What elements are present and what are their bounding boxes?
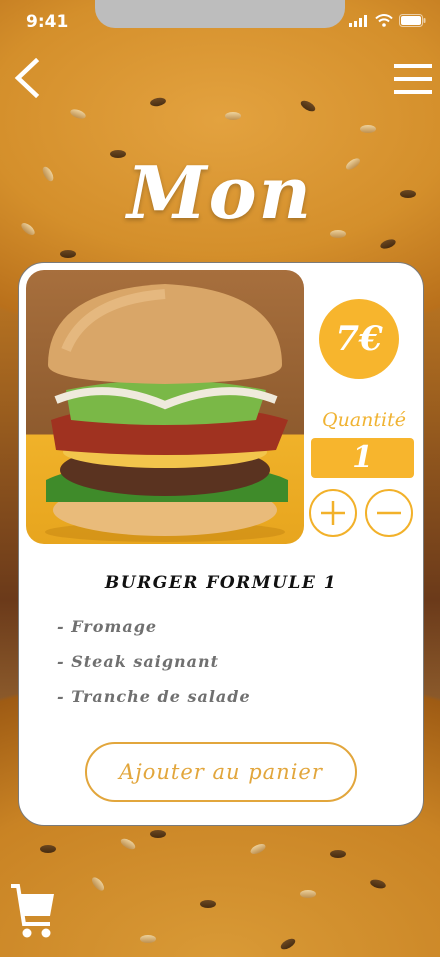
ingredient-item: - Tranche de salade [57,687,251,706]
product-card: 7€ Quantité 1 BURGER FORMULE 1 - Fromage… [18,262,424,826]
ingredient-item: - Fromage [57,617,158,636]
plus-icon [321,501,345,525]
signal-icon [349,14,367,27]
chevron-left-icon[interactable] [12,58,42,98]
ingredient-item: - Steak saignant [57,652,220,671]
price-badge: 7€ [319,299,399,379]
hamburger-menu-icon[interactable] [394,64,432,94]
status-icons [349,14,426,27]
status-time: 9:41 [26,12,69,32]
status-bar: 9:41 [0,0,440,44]
decrease-quantity-button[interactable] [365,489,413,537]
quantity-value: 1 [311,438,414,478]
shopping-cart-icon[interactable] [8,880,56,942]
add-to-cart-button[interactable]: Ajouter au panier [85,742,357,802]
minus-icon [377,511,401,515]
quantity-label: Quantité [322,409,406,431]
wifi-icon [375,14,393,27]
page-title: Mon [126,150,314,235]
burger-illustration [45,284,288,542]
product-name: BURGER FORMULE 1 [104,573,338,593]
device-notch [95,0,345,28]
battery-icon [399,14,426,27]
burger-photo [26,270,304,544]
ingredient-list: - Fromage - Steak saignant - Tranche de … [57,617,251,722]
increase-quantity-button[interactable] [309,489,357,537]
